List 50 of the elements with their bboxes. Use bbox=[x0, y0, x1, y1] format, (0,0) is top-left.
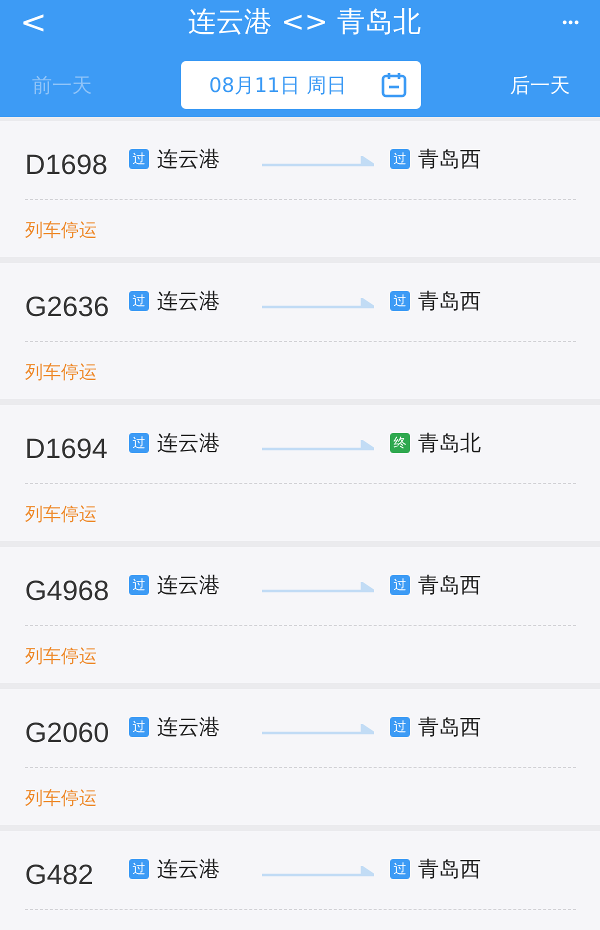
train-card[interactable]: G482 过 连云港 过 青岛西 bbox=[0, 831, 600, 930]
arrow-icon bbox=[262, 724, 374, 736]
train-card[interactable]: G4968 过 连云港 过 青岛西 列车停运 bbox=[0, 547, 600, 683]
train-status: 列车停运 bbox=[25, 219, 98, 242]
station-badge: 过 bbox=[390, 149, 410, 169]
train-status: 列车停运 bbox=[25, 361, 98, 384]
train-status: 列车停运 bbox=[25, 503, 98, 526]
arrow-icon bbox=[262, 582, 374, 594]
departure-station: 连云港 bbox=[157, 572, 220, 599]
train-number: D1694 bbox=[25, 432, 109, 465]
departure-station: 连云港 bbox=[157, 146, 220, 173]
train-status: 列车停运 bbox=[25, 645, 98, 668]
arrival-station: 青岛西 bbox=[418, 288, 481, 315]
station-badge: 过 bbox=[390, 859, 410, 879]
train-number: G2060 bbox=[25, 716, 110, 749]
departure-station: 连云港 bbox=[157, 856, 220, 883]
station-badge: 过 bbox=[129, 149, 149, 169]
station-badge: 终 bbox=[390, 433, 410, 453]
station-badge: 过 bbox=[390, 717, 410, 737]
page-title: 连云港 <> 青岛北 bbox=[188, 4, 421, 40]
train-card[interactable]: G2060 过 连云港 过 青岛西 列车停运 bbox=[0, 689, 600, 825]
arrow-icon bbox=[262, 440, 374, 452]
departure-station: 连云港 bbox=[157, 288, 220, 315]
arrow-icon bbox=[262, 866, 374, 878]
departure-station: 连云港 bbox=[157, 430, 220, 457]
station-badge: 过 bbox=[129, 717, 149, 737]
calendar-icon bbox=[381, 72, 407, 98]
train-number: G4968 bbox=[25, 574, 110, 607]
arrival-station: 青岛西 bbox=[418, 856, 481, 883]
arrival-station: 青岛北 bbox=[418, 430, 481, 457]
train-number: D1698 bbox=[25, 148, 109, 181]
train-card[interactable]: D1694 过 连云港 终 青岛北 列车停运 bbox=[0, 405, 600, 541]
station-badge: 过 bbox=[129, 575, 149, 595]
train-card[interactable]: D1698 过 连云港 过 青岛西 列车停运 bbox=[0, 121, 600, 257]
arrival-station: 青岛西 bbox=[418, 714, 481, 741]
train-status: 列车停运 bbox=[25, 787, 98, 810]
arrow-icon bbox=[262, 156, 374, 168]
train-number: G2636 bbox=[25, 290, 110, 323]
station-badge: 过 bbox=[390, 291, 410, 311]
arrival-station: 青岛西 bbox=[418, 572, 481, 599]
train-number: G482 bbox=[25, 858, 94, 891]
arrow-icon bbox=[262, 298, 374, 310]
arrival-station: 青岛西 bbox=[418, 146, 481, 173]
train-card[interactable]: G2636 过 连云港 过 青岛西 列车停运 bbox=[0, 263, 600, 399]
station-badge: 过 bbox=[129, 433, 149, 453]
station-badge: 过 bbox=[129, 291, 149, 311]
station-badge: 过 bbox=[129, 859, 149, 879]
station-badge: 过 bbox=[390, 575, 410, 595]
date-text: 08月11日 周日 bbox=[209, 72, 346, 98]
departure-station: 连云港 bbox=[157, 714, 220, 741]
